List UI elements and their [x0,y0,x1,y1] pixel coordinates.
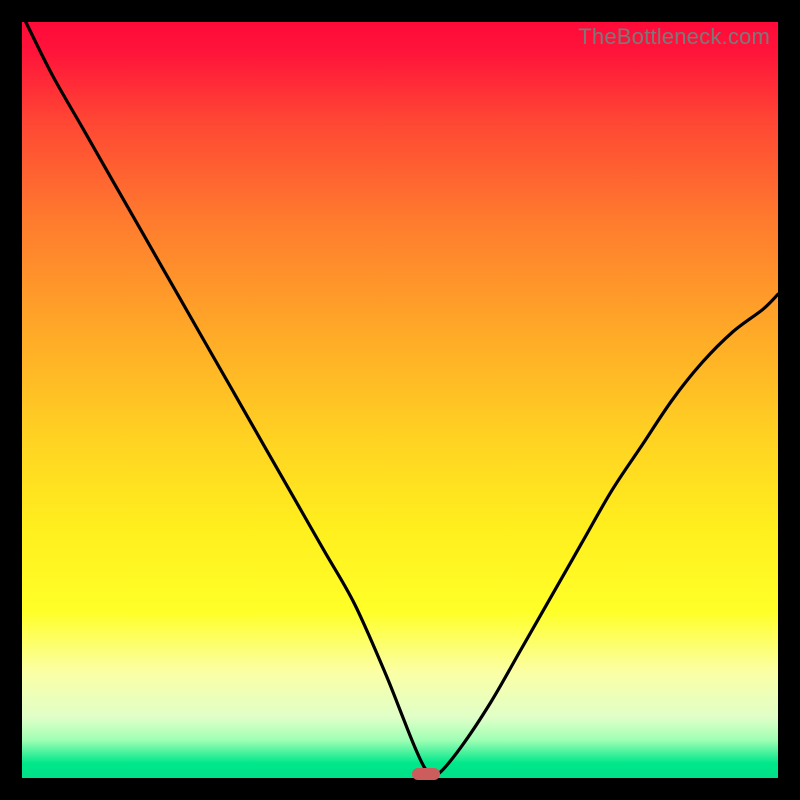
chart-frame: TheBottleneck.com [0,0,800,800]
optimal-marker [412,768,440,780]
bottleneck-curve [22,22,778,778]
plot-area: TheBottleneck.com [22,22,778,778]
